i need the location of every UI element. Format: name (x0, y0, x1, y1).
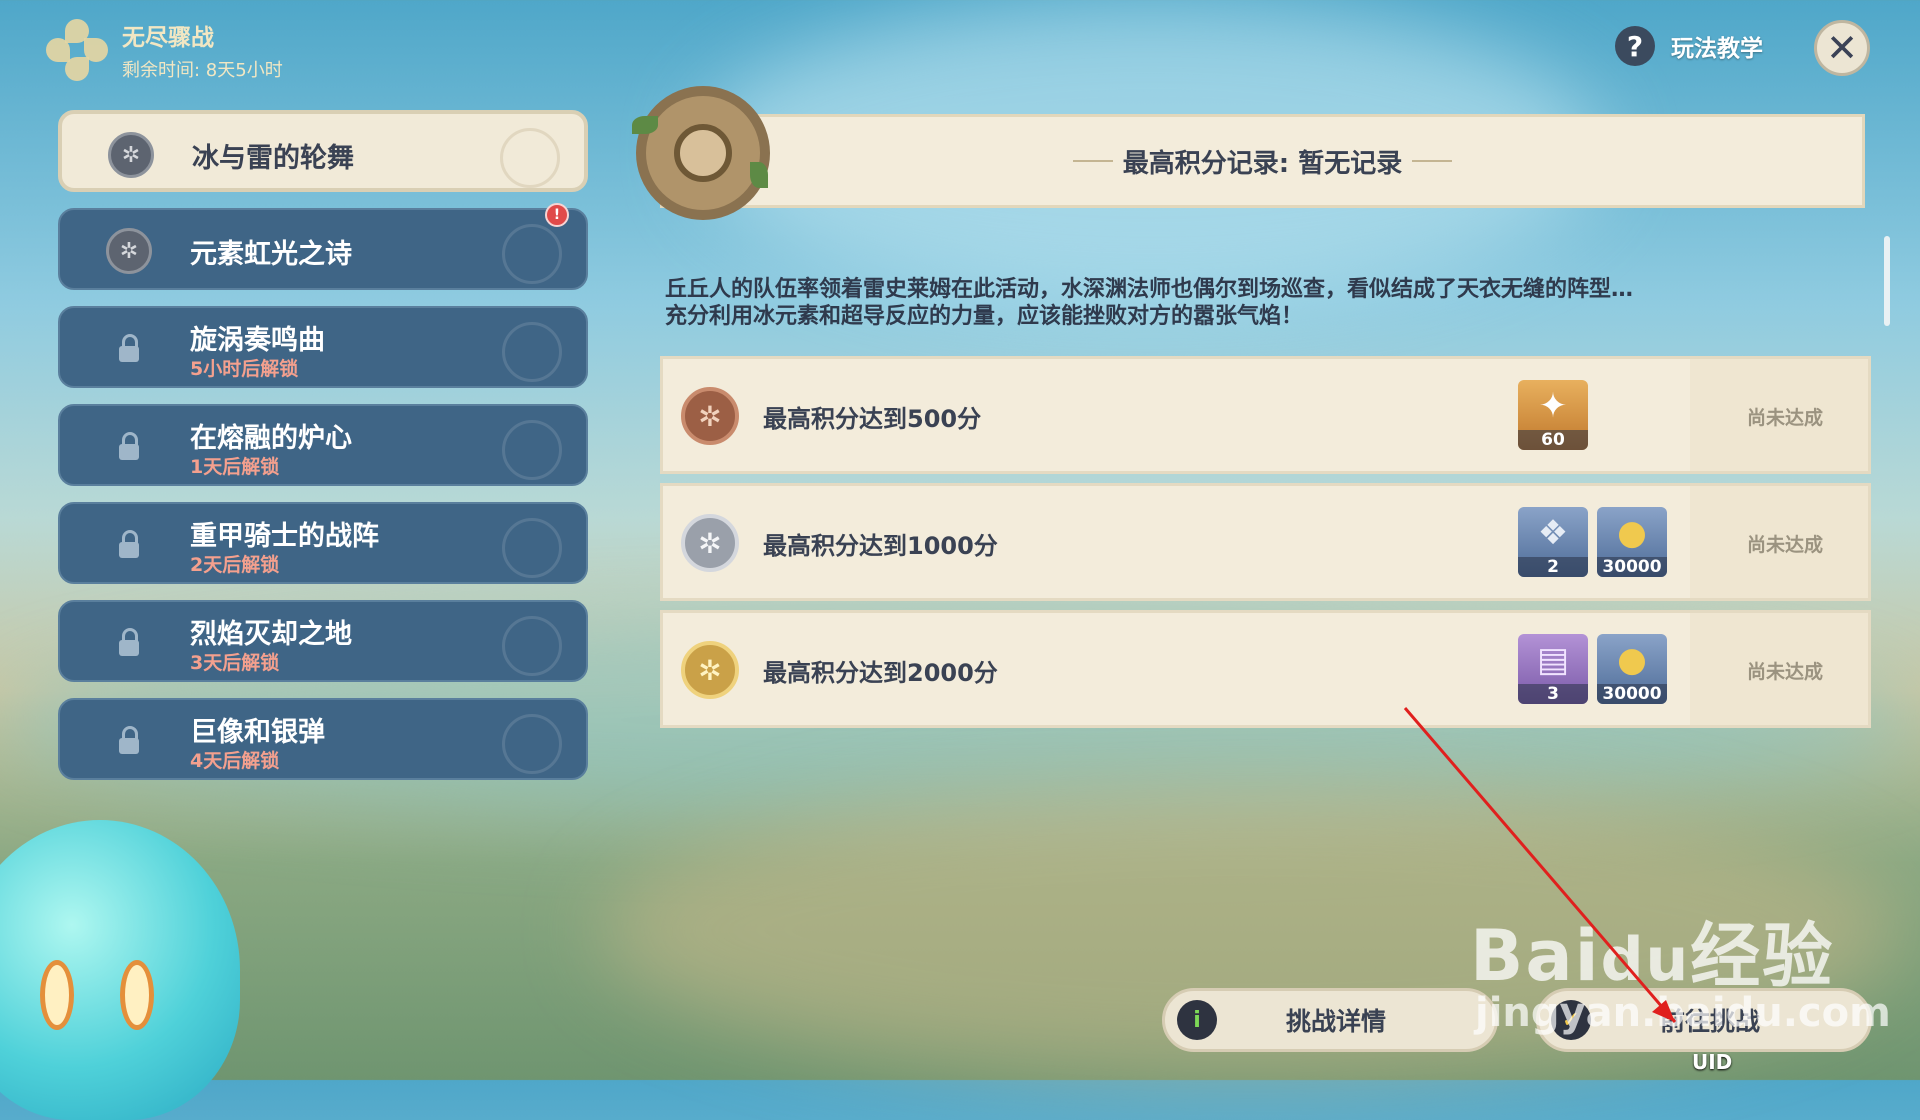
uid-label: UID (1692, 1050, 1733, 1074)
red-annotation-arrow (1403, 707, 1677, 1023)
